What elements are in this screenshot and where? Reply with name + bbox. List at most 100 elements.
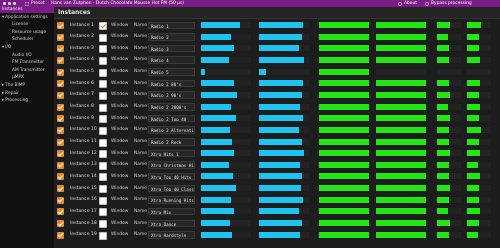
window-label: Window	[111, 57, 129, 63]
window-maximize-dot[interactable]	[13, 2, 16, 5]
sidebar-item-fm-transmitter[interactable]: FM Transmitter	[0, 60, 54, 66]
instance-name-input[interactable]: Radio 2	[148, 33, 195, 41]
instance-window-checkbox[interactable]	[99, 126, 107, 135]
instance-name-input[interactable]: Radio 2 Alternative	[148, 126, 195, 134]
level-meter-2	[259, 103, 309, 110]
level-meter-5	[437, 103, 461, 110]
level-meter-1	[201, 45, 251, 52]
sidebar-item-resource-usage[interactable]: Resource usage	[0, 30, 54, 36]
sidebar-item-application-settings[interactable]: ▾Application settings	[0, 15, 54, 21]
instance-enable-checkbox[interactable]	[57, 173, 64, 181]
instance-window-checkbox[interactable]	[99, 220, 107, 229]
sidebar-item-audio-i-o[interactable]: Audio I/O	[0, 53, 54, 59]
instance-window-checkbox[interactable]	[99, 68, 107, 77]
instance-window-checkbox[interactable]	[99, 185, 107, 194]
level-meter-6	[467, 173, 491, 180]
instance-enable-checkbox[interactable]	[57, 103, 64, 111]
level-meter-5	[437, 115, 461, 122]
instance-window-checkbox[interactable]	[99, 231, 107, 240]
sidebar-item-i-o[interactable]: ▾I/O	[0, 45, 54, 51]
instance-window-checkbox[interactable]	[99, 56, 107, 65]
instance-name-input[interactable]: Xtra Hardstyle	[148, 231, 195, 239]
instance-enable-checkbox[interactable]	[57, 185, 64, 193]
sidebar-item-scheduler[interactable]: Scheduler	[0, 37, 54, 43]
sidebar-item-instances[interactable]: Instances	[0, 7, 54, 13]
instance-enable-checkbox[interactable]	[57, 91, 64, 99]
instance-window-checkbox[interactable]	[99, 115, 107, 124]
window-minimize-dot[interactable]	[8, 2, 11, 5]
sidebar-item-the-bimp[interactable]: ▸The BIMP	[0, 83, 54, 89]
instance-enable-checkbox[interactable]	[57, 196, 64, 204]
sidebar-item-repair[interactable]: ▸Repair	[0, 91, 54, 97]
instance-enable-checkbox[interactable]	[57, 138, 64, 146]
level-meter-fill	[259, 22, 303, 28]
instance-name-input[interactable]: Xtra Top 40 Classic	[148, 184, 195, 193]
instance-name-input[interactable]: Radio 2 2000's	[148, 103, 195, 111]
instance-enable-checkbox[interactable]	[57, 161, 64, 169]
instance-enable-checkbox[interactable]	[57, 126, 64, 134]
instance-enable-checkbox[interactable]	[57, 22, 64, 29]
sidebar-item-am-transmitter[interactable]: AM Transmitter	[0, 68, 54, 74]
sidebar-item-license[interactable]: License	[0, 22, 54, 28]
instance-name-input[interactable]: Xtra Running Hits	[148, 196, 195, 204]
instance-name-input[interactable]: Radio 2 Top 40	[148, 114, 195, 123]
chevron-down-icon[interactable]: ▾	[2, 15, 4, 20]
instance-name-input[interactable]: Radio 3	[148, 44, 195, 53]
instance-name-input[interactable]: Radio 1	[148, 21, 195, 29]
instance-name-input[interactable]: Radio 2 90's	[148, 91, 195, 99]
instance-window-checkbox[interactable]	[99, 138, 107, 147]
bypass-processing-button[interactable]: Bypass processing	[431, 0, 472, 7]
level-meter-fill	[201, 231, 232, 238]
sidebar-item-processing[interactable]: ▸Processing	[0, 98, 54, 104]
window-close-dot[interactable]	[3, 2, 6, 5]
chevron-right-icon[interactable]: ▸	[2, 83, 4, 88]
instance-window-checkbox[interactable]	[99, 208, 107, 217]
instance-window-checkbox[interactable]	[99, 91, 107, 100]
instance-enable-checkbox[interactable]	[57, 208, 64, 216]
table-row: Instance 13 Window Name Xtra Christmas Hits	[54, 161, 500, 170]
name-label: Name	[134, 80, 147, 86]
instance-window-checkbox[interactable]	[99, 80, 107, 89]
level-meter-2	[259, 80, 309, 87]
instance-window-checkbox[interactable]	[99, 22, 107, 30]
instance-window-checkbox[interactable]	[99, 173, 107, 182]
instance-name-input[interactable]: Xtra Top 40 Hits	[148, 172, 195, 181]
level-meter-fill	[319, 115, 369, 122]
instance-window-checkbox[interactable]	[99, 45, 107, 54]
instance-enable-checkbox[interactable]	[57, 68, 64, 76]
level-meter-4	[376, 91, 426, 98]
instance-enable-checkbox[interactable]	[57, 45, 64, 53]
level-meter-fill	[259, 161, 300, 168]
preset-menu[interactable]: Preset	[31, 0, 45, 7]
level-meter-fill	[467, 150, 481, 157]
instance-enable-checkbox[interactable]	[57, 33, 64, 41]
instance-name-input[interactable]: Radio 2 Rock	[148, 138, 195, 146]
chevron-right-icon[interactable]: ▸	[2, 98, 4, 103]
instance-enable-checkbox[interactable]	[57, 80, 64, 88]
instance-window-checkbox[interactable]	[99, 196, 107, 205]
instance-name-input[interactable]: Xtra Mix	[148, 207, 195, 216]
instance-name-input[interactable]: Xtra Hits 1	[148, 149, 195, 158]
about-button[interactable]: About	[404, 0, 417, 7]
instance-name-input[interactable]: Radio 2 80's	[148, 79, 195, 88]
instance-name-input[interactable]: Xtra Christmas Hits	[148, 161, 195, 169]
instance-enable-checkbox[interactable]	[57, 56, 64, 64]
level-meter-5	[437, 33, 461, 40]
instance-label: Instance 16	[70, 197, 97, 203]
instance-name-input[interactable]: Xtra Dance	[148, 219, 195, 228]
instance-name-input[interactable]: Radio 5	[148, 68, 195, 76]
instance-name-input[interactable]: Radio 4	[148, 56, 195, 64]
name-label: Name	[134, 232, 147, 238]
instance-window-checkbox[interactable]	[99, 161, 107, 170]
level-meter-3	[319, 208, 369, 215]
instance-enable-checkbox[interactable]	[57, 231, 64, 239]
instance-enable-checkbox[interactable]	[57, 150, 64, 158]
instance-enable-checkbox[interactable]	[57, 220, 64, 228]
instance-window-checkbox[interactable]	[99, 103, 107, 112]
instance-window-checkbox[interactable]	[99, 33, 107, 42]
instance-window-checkbox[interactable]	[99, 150, 107, 159]
sidebar-item-mpx[interactable]: µMPX	[0, 75, 54, 81]
instance-enable-checkbox[interactable]	[57, 115, 64, 123]
chevron-right-icon[interactable]: ▸	[2, 91, 4, 96]
chevron-down-icon[interactable]: ▾	[2, 45, 4, 50]
